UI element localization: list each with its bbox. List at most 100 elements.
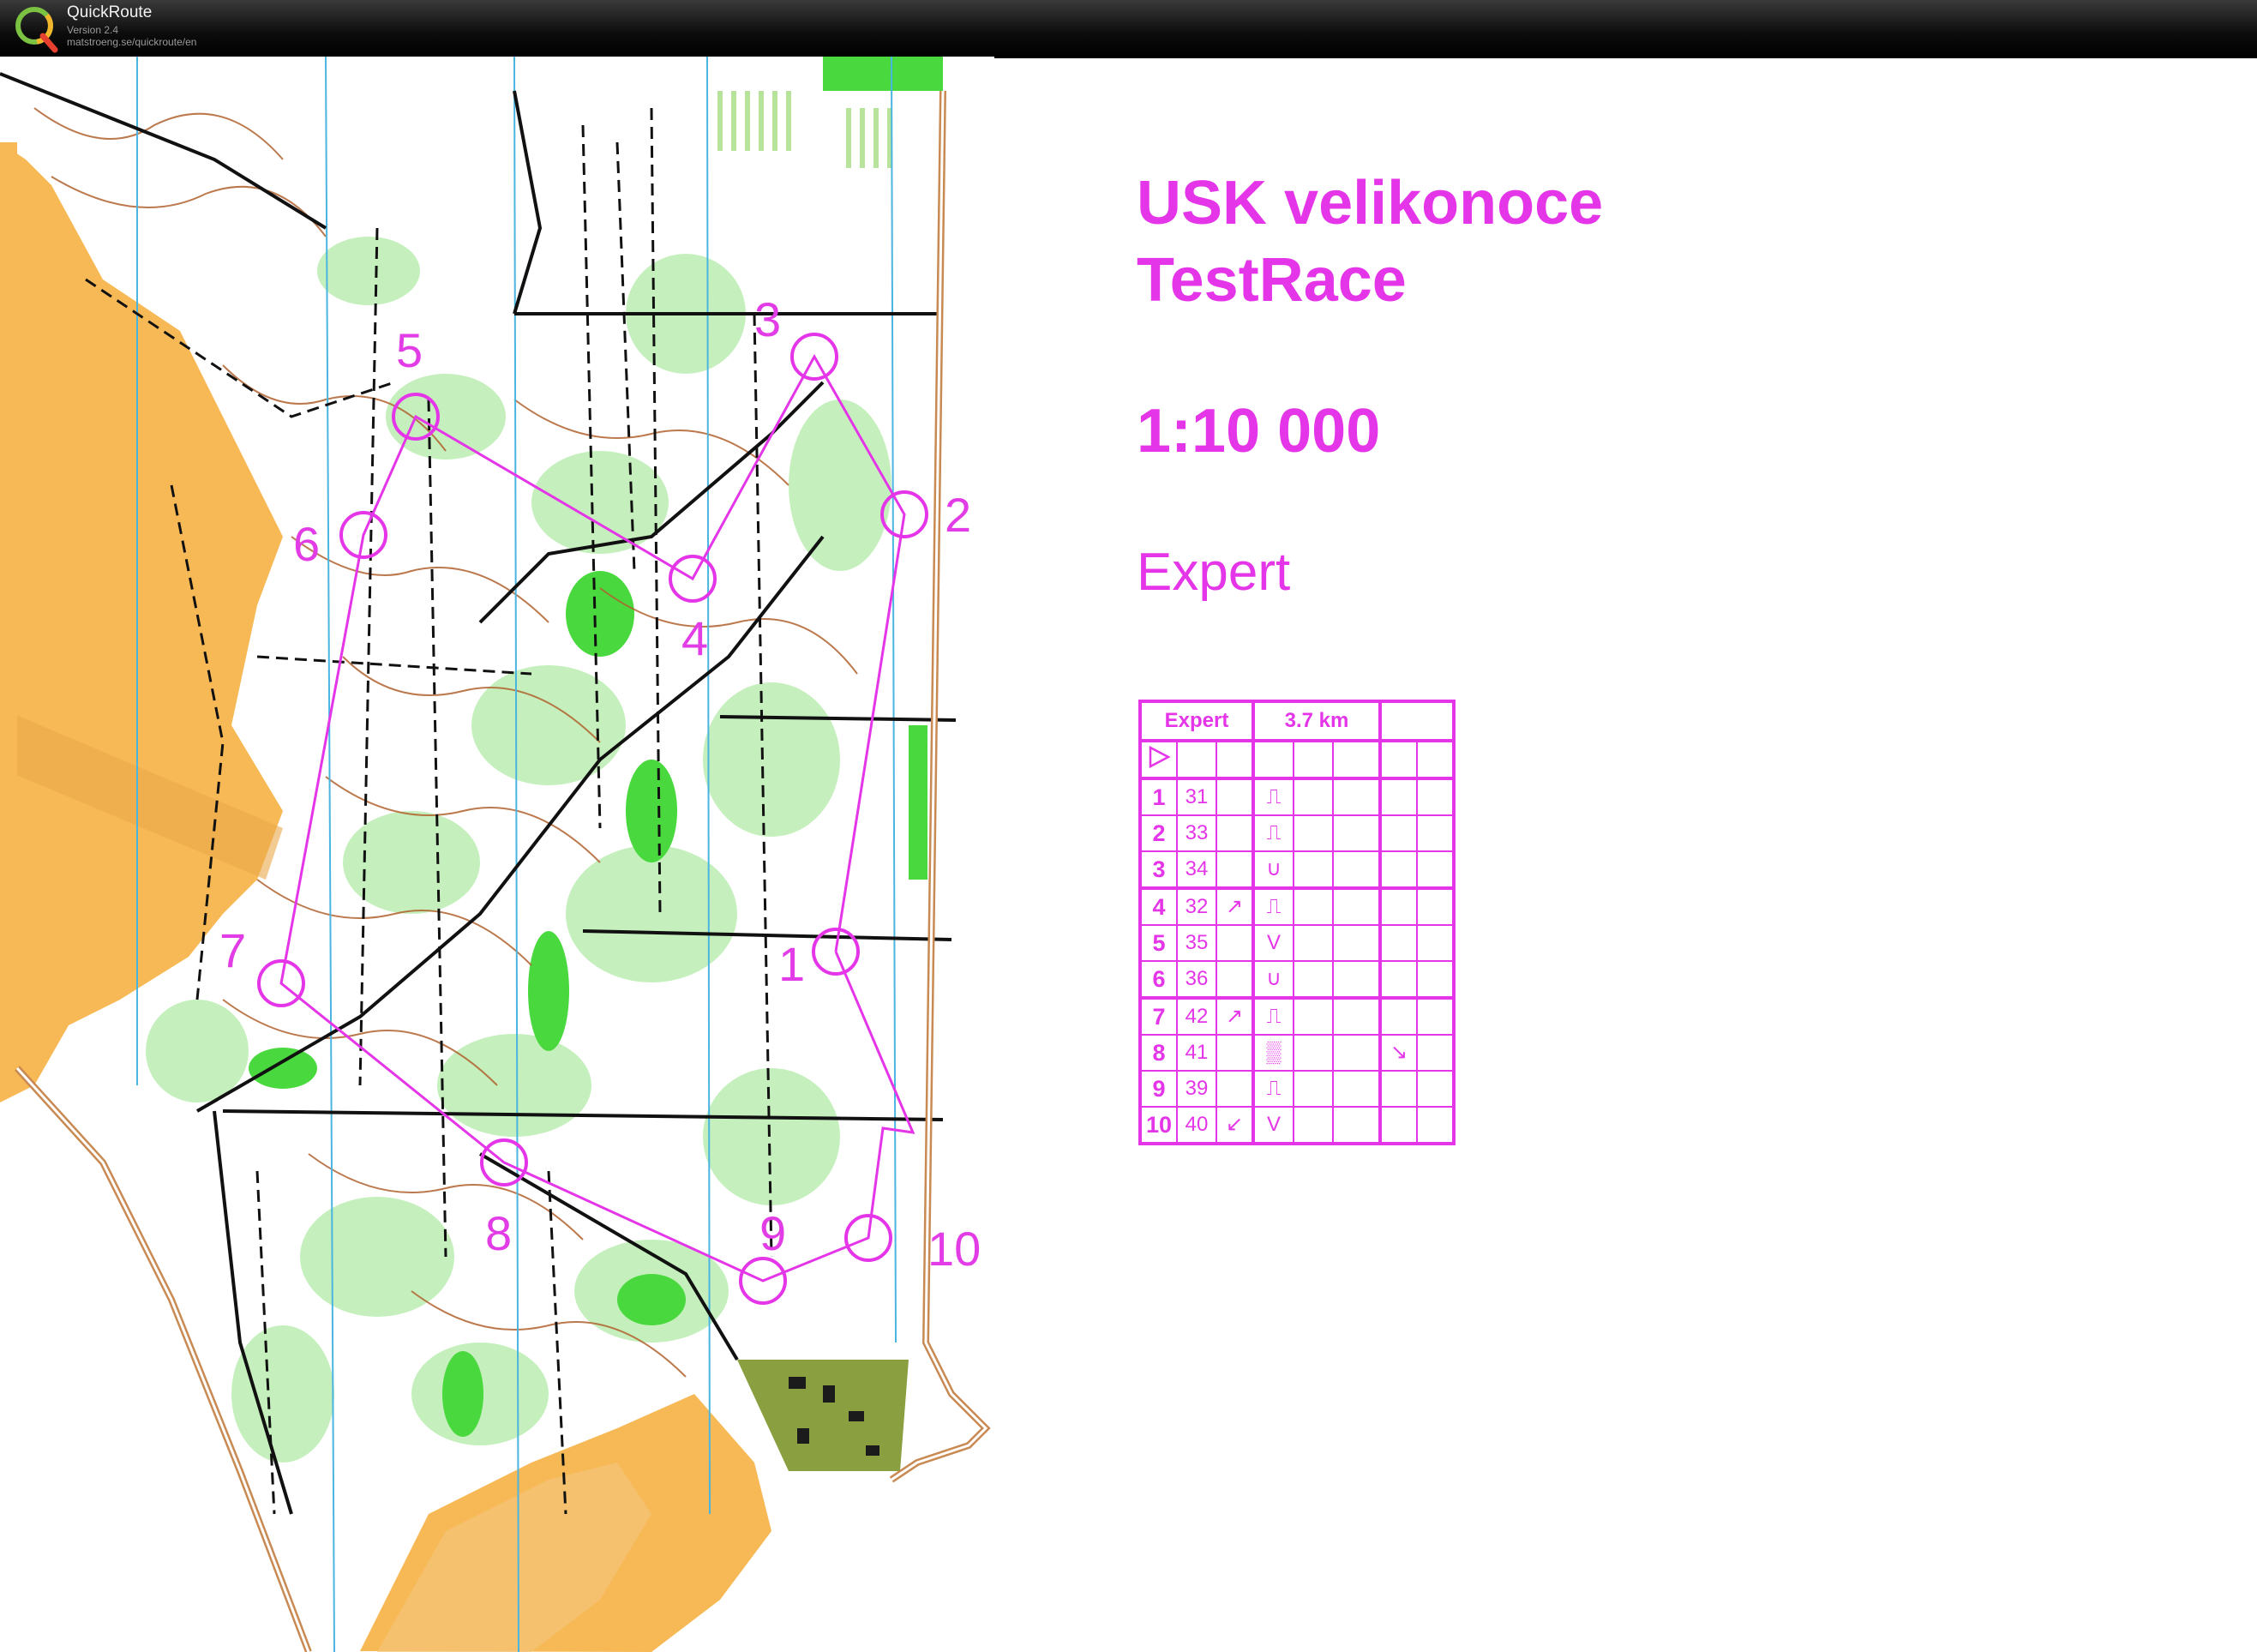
description-empty-cell bbox=[1416, 924, 1455, 962]
description-row: 9 39 ⎍ bbox=[1139, 1070, 1455, 1108]
description-control-number: 5 bbox=[1139, 924, 1178, 962]
description-direction-icon bbox=[1216, 1070, 1254, 1108]
description-feature-icon: ⎍ bbox=[1252, 997, 1294, 1036]
description-row: 8 41 ▒ ↘ bbox=[1139, 1034, 1455, 1072]
description-empty-cell bbox=[1416, 814, 1455, 852]
map-canvas[interactable]: 1 2 3 4 5 6 7 8 9 10 bbox=[0, 57, 994, 1652]
course-name: Expert bbox=[1137, 543, 1291, 602]
description-direction-icon: ↗ bbox=[1216, 887, 1254, 926]
description-empty-cell bbox=[1293, 887, 1334, 926]
description-empty-cell bbox=[1416, 1034, 1455, 1072]
description-feature-icon: ▒ bbox=[1252, 1034, 1294, 1072]
description-control-code: 39 bbox=[1176, 1070, 1217, 1108]
description-direction-icon bbox=[1216, 1034, 1254, 1072]
control-label-5: 5 bbox=[396, 323, 423, 377]
title-bar: QuickRoute Version 2.4 matstroeng.se/qui… bbox=[0, 0, 2257, 58]
control-label-1: 1 bbox=[778, 937, 805, 991]
description-empty-cell bbox=[1332, 1070, 1381, 1108]
event-title-line1: USK velikonoce bbox=[1137, 169, 1604, 237]
description-location-icon bbox=[1378, 887, 1418, 926]
description-location-icon bbox=[1378, 1070, 1418, 1108]
description-empty-cell bbox=[1332, 960, 1381, 1000]
control-description-sheet: Expert 3.7 km 1 31 ⎍ 2 33 ⎍ 3 34 ∪ 4 32 ↗ ⎍ 5 35 V 6 36 ∪ 7… bbox=[1138, 700, 1456, 1145]
description-empty-cell bbox=[1293, 1106, 1334, 1144]
description-control-number: 2 bbox=[1139, 814, 1178, 852]
description-row: 1 31 ⎍ bbox=[1139, 778, 1455, 816]
description-empty-cell bbox=[1293, 1034, 1334, 1072]
description-location-icon bbox=[1378, 814, 1418, 852]
event-title-line2: TestRace bbox=[1137, 246, 1407, 315]
control-label-2: 2 bbox=[945, 488, 971, 542]
description-control-number: 9 bbox=[1139, 1070, 1178, 1108]
description-empty-cell bbox=[1332, 1034, 1381, 1072]
description-location-icon bbox=[1378, 960, 1418, 1000]
description-direction-icon: ↗ bbox=[1216, 997, 1254, 1036]
description-feature-icon: ⎍ bbox=[1252, 1070, 1294, 1108]
description-empty-cell bbox=[1416, 887, 1455, 926]
description-control-code: 36 bbox=[1176, 960, 1217, 1000]
description-location-icon bbox=[1378, 997, 1418, 1036]
description-location-icon bbox=[1378, 850, 1418, 890]
description-row: 2 33 ⎍ bbox=[1139, 814, 1455, 852]
quickroute-logo-icon bbox=[15, 7, 58, 53]
description-row: 6 36 ∪ bbox=[1139, 960, 1455, 1000]
app-url[interactable]: matstroeng.se/quickroute/en bbox=[67, 36, 196, 48]
description-empty-cell bbox=[1293, 778, 1334, 816]
description-row: 4 32 ↗ ⎍ bbox=[1139, 887, 1455, 926]
description-location-icon bbox=[1378, 778, 1418, 816]
description-feature-icon: ⎍ bbox=[1252, 814, 1294, 852]
description-control-code: 33 bbox=[1176, 814, 1217, 852]
description-course-name: Expert bbox=[1139, 700, 1254, 742]
event-title: USK velikonoce TestRace bbox=[1137, 165, 1603, 319]
description-empty-cell bbox=[1332, 1106, 1381, 1144]
description-feature-icon: ∪ bbox=[1252, 850, 1294, 890]
description-empty-cell bbox=[1416, 1106, 1455, 1144]
description-control-code: 32 bbox=[1176, 887, 1217, 926]
description-location-icon: ↘ bbox=[1378, 1034, 1418, 1072]
description-feature-icon: ⎍ bbox=[1252, 778, 1294, 816]
description-empty-cell bbox=[1332, 814, 1381, 852]
description-empty-cell bbox=[1293, 814, 1334, 852]
description-start-row bbox=[1139, 740, 1455, 780]
description-control-number: 10 bbox=[1139, 1106, 1178, 1144]
description-direction-icon bbox=[1216, 850, 1254, 890]
description-direction-icon bbox=[1216, 814, 1254, 852]
description-control-code: 34 bbox=[1176, 850, 1217, 890]
description-direction-icon bbox=[1216, 924, 1254, 962]
description-direction-icon: ↙ bbox=[1216, 1106, 1254, 1144]
description-row: 7 42 ↗ ⎍ bbox=[1139, 997, 1455, 1036]
description-row: 10 40 ↙ V bbox=[1139, 1106, 1455, 1144]
control-label-8: 8 bbox=[485, 1206, 512, 1260]
app-name: QuickRoute bbox=[67, 3, 153, 21]
description-control-number: 7 bbox=[1139, 997, 1178, 1036]
description-location-icon bbox=[1378, 1106, 1418, 1144]
map-scale: 1:10 000 bbox=[1137, 397, 1381, 466]
description-empty-cell bbox=[1416, 960, 1455, 1000]
description-direction-icon bbox=[1216, 960, 1254, 1000]
description-control-number: 1 bbox=[1139, 778, 1178, 816]
description-empty-cell bbox=[1332, 997, 1381, 1036]
description-empty-cell bbox=[1293, 997, 1334, 1036]
control-label-10: 10 bbox=[927, 1222, 981, 1276]
description-empty-cell bbox=[1332, 887, 1381, 926]
orienteering-map[interactable]: 1 2 3 4 5 6 7 8 9 10 bbox=[0, 57, 994, 1652]
control-label-9: 9 bbox=[759, 1206, 786, 1260]
description-header-row: Expert 3.7 km bbox=[1139, 700, 1455, 742]
description-empty-cell bbox=[1332, 850, 1381, 890]
description-empty-cell bbox=[1416, 778, 1455, 816]
description-control-number: 8 bbox=[1139, 1034, 1178, 1072]
description-empty-cell bbox=[1332, 924, 1381, 962]
description-empty-cell bbox=[1293, 924, 1334, 962]
description-control-code: 41 bbox=[1176, 1034, 1217, 1072]
control-label-3: 3 bbox=[754, 292, 781, 346]
description-empty-cell bbox=[1416, 997, 1455, 1036]
description-control-number: 6 bbox=[1139, 960, 1178, 1000]
description-row: 3 34 ∪ bbox=[1139, 850, 1455, 890]
control-label-4: 4 bbox=[681, 611, 708, 665]
description-feature-icon: V bbox=[1252, 924, 1294, 962]
description-location-icon bbox=[1378, 924, 1418, 962]
description-control-code: 35 bbox=[1176, 924, 1217, 962]
description-control-code: 31 bbox=[1176, 778, 1217, 816]
app-version: Version 2.4 bbox=[67, 24, 119, 36]
description-empty-cell bbox=[1416, 850, 1455, 890]
